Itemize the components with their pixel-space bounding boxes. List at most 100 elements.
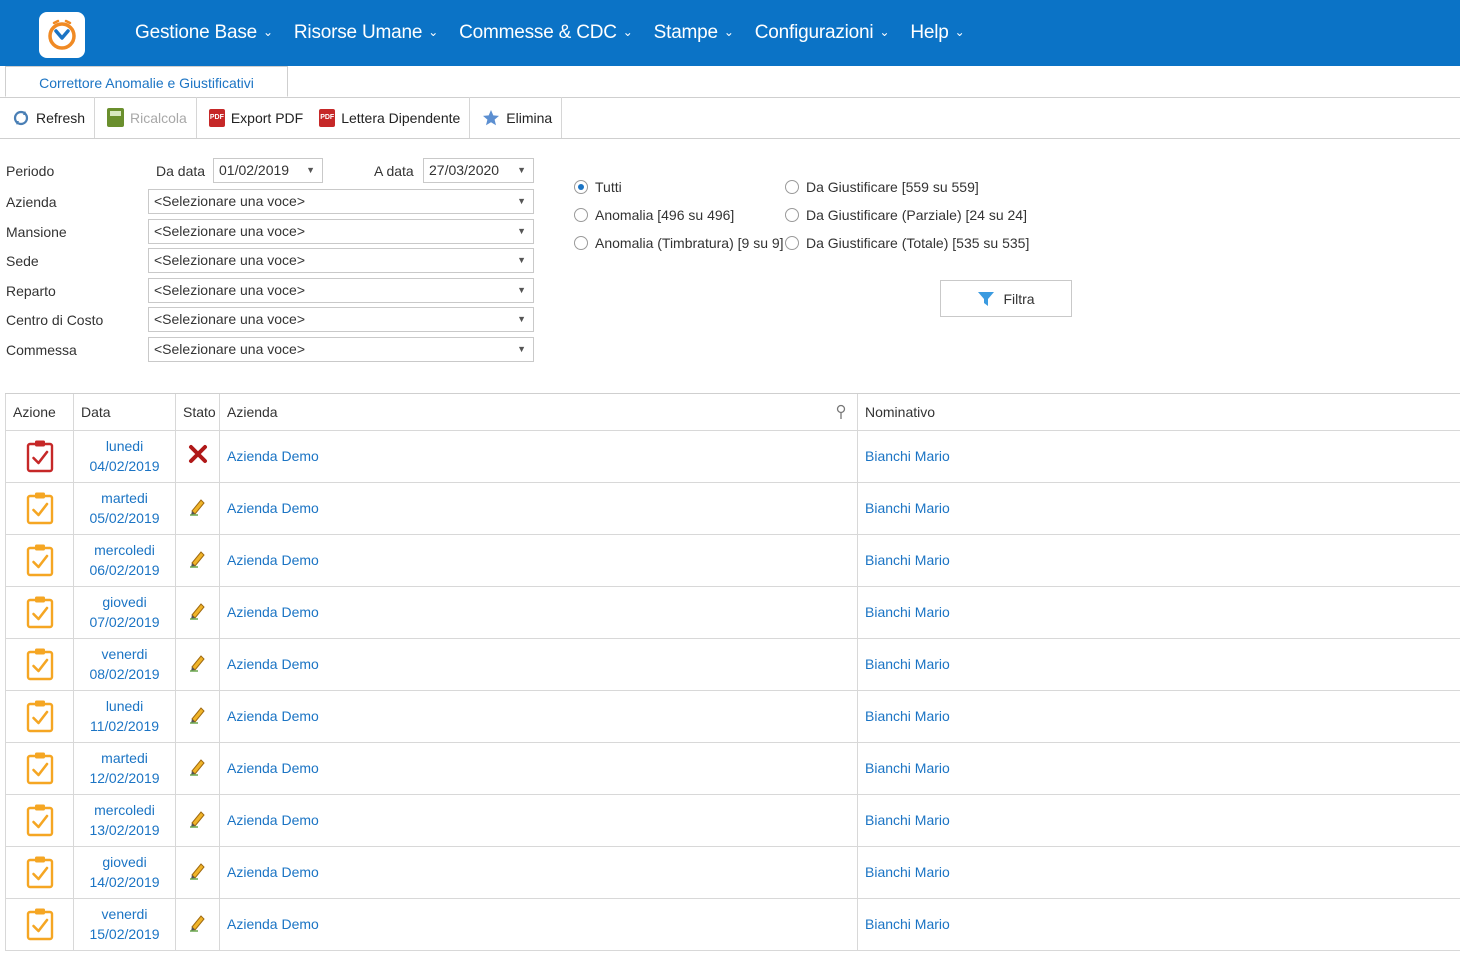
clipboard-check-icon[interactable]	[26, 491, 54, 525]
nominativo-cell[interactable]: Bianchi Mario	[857, 899, 1460, 950]
day-name: venerdi	[101, 646, 148, 662]
radio-da-giustificare-parziale[interactable]: Da Giustificare (Parziale) [24 su 24]	[785, 207, 1027, 223]
radio-tutti[interactable]: Tutti	[574, 179, 622, 195]
day-name: mercoledi	[94, 542, 155, 558]
azienda-cell[interactable]: Azienda Demo	[219, 535, 857, 586]
table-row[interactable]: mercoledi 06/02/2019 Azienda Demo Bianchi M…	[5, 535, 1460, 587]
menu-help[interactable]: Help ⌄	[910, 22, 964, 44]
table-row[interactable]: venerdi 08/02/2019 Azienda Demo Bianchi Mar…	[5, 639, 1460, 691]
day-name: lunedi	[105, 698, 144, 714]
table-row[interactable]: lunedi 11/02/2019 Azienda Demo Bianchi Mari…	[5, 691, 1460, 743]
data-cell[interactable]: mercoledi 06/02/2019	[73, 535, 175, 586]
table-row[interactable]: venerdi 15/02/2019 Azienda Demo Bianchi Mar…	[5, 899, 1460, 951]
clipboard-check-icon[interactable]	[26, 439, 54, 473]
radio-anomalia-timbratura[interactable]: Anomalia (Timbratura) [9 su 9]	[574, 235, 784, 251]
table-row[interactable]: martedi 12/02/2019 Azienda Demo Bianchi Mar…	[5, 743, 1460, 795]
nominativo-cell[interactable]: Bianchi Mario	[857, 795, 1460, 846]
azienda-cell[interactable]: Azienda Demo	[219, 431, 857, 482]
azienda-cell[interactable]: Azienda Demo	[219, 795, 857, 846]
nominativo-cell[interactable]: Bianchi Mario	[857, 535, 1460, 586]
azienda-cell[interactable]: Azienda Demo	[219, 483, 857, 534]
clipboard-check-icon[interactable]	[26, 595, 54, 629]
export-pdf-button[interactable]: PDF Export PDF	[197, 97, 307, 138]
refresh-icon	[13, 110, 29, 125]
azione-cell	[5, 847, 73, 898]
dropdown-arrow-icon: ▼	[517, 196, 526, 206]
nominativo-cell[interactable]: Bianchi Mario	[857, 431, 1460, 482]
azienda-cell[interactable]: Azienda Demo	[219, 847, 857, 898]
azienda-cell[interactable]: Azienda Demo	[219, 899, 857, 950]
header-azione[interactable]: Azione	[5, 394, 73, 430]
reparto-select[interactable]: <Selezionare una voce> ▼	[148, 278, 534, 303]
sede-select[interactable]: <Selezionare una voce> ▼	[148, 248, 534, 273]
table-row[interactable]: lunedi 04/02/2019 Azienda Demo Bianchi Mari…	[5, 431, 1460, 483]
clipboard-check-icon[interactable]	[26, 803, 54, 837]
nominativo-cell[interactable]: Bianchi Mario	[857, 483, 1460, 534]
table-row[interactable]: giovedi 14/02/2019 Azienda Demo Bianchi Mar…	[5, 847, 1460, 899]
day-name: giovedi	[102, 854, 147, 870]
dropdown-arrow-icon: ▼	[517, 165, 526, 175]
pin-icon[interactable]	[835, 404, 847, 420]
header-stato[interactable]: Stato	[175, 394, 219, 430]
dropdown-arrow-icon: ▼	[306, 165, 315, 175]
data-cell[interactable]: martedi 05/02/2019	[73, 483, 175, 534]
clipboard-check-icon[interactable]	[26, 543, 54, 577]
header-azienda[interactable]: Azienda	[219, 394, 857, 430]
data-cell[interactable]: lunedi 04/02/2019	[73, 431, 175, 482]
data-cell[interactable]: mercoledi 13/02/2019	[73, 795, 175, 846]
da-data-field[interactable]: 01/02/2019 ▼	[213, 158, 323, 183]
mansione-select[interactable]: <Selezionare una voce> ▼	[148, 219, 534, 244]
azienda-cell[interactable]: Azienda Demo	[219, 639, 857, 690]
commessa-select[interactable]: <Selezionare una voce> ▼	[148, 337, 534, 362]
data-cell[interactable]: lunedi 11/02/2019	[73, 691, 175, 742]
centro-costo-select[interactable]: <Selezionare una voce> ▼	[148, 307, 534, 332]
pencil-edit-icon	[190, 551, 205, 568]
refresh-button[interactable]: Refresh	[0, 97, 96, 138]
data-cell[interactable]: martedi 12/02/2019	[73, 743, 175, 794]
day-name: giovedi	[102, 594, 147, 610]
star-icon	[483, 109, 500, 125]
azione-cell	[5, 535, 73, 586]
nominativo-cell[interactable]: Bianchi Mario	[857, 587, 1460, 638]
azienda-cell[interactable]: Azienda Demo	[219, 587, 857, 638]
da-data-label: Da data	[156, 163, 206, 179]
menu-stampe[interactable]: Stampe ⌄	[654, 22, 734, 44]
azienda-cell[interactable]: Azienda Demo	[219, 691, 857, 742]
tab-correttore-anomalie[interactable]: Correttore Anomalie e Giustificativi	[5, 66, 288, 97]
clipboard-check-icon[interactable]	[26, 907, 54, 941]
radio-da-giustificare[interactable]: Da Giustificare [559 su 559]	[785, 179, 979, 195]
radio-anomalia[interactable]: Anomalia [496 su 496]	[574, 207, 734, 223]
menu-configurazioni[interactable]: Configurazioni ⌄	[755, 22, 890, 44]
elimina-button[interactable]: Elimina	[470, 97, 563, 138]
menu-gestione-base[interactable]: Gestione Base ⌄	[135, 22, 273, 44]
data-cell[interactable]: venerdi 08/02/2019	[73, 639, 175, 690]
menu-risorse-umane[interactable]: Risorse Umane ⌄	[294, 22, 438, 44]
data-cell[interactable]: venerdi 15/02/2019	[73, 899, 175, 950]
filtra-button[interactable]: Filtra	[940, 280, 1072, 317]
a-data-field[interactable]: 27/03/2020 ▼	[423, 158, 534, 183]
clipboard-check-icon[interactable]	[26, 647, 54, 681]
nominativo-cell[interactable]: Bianchi Mario	[857, 639, 1460, 690]
lettera-dipendente-button[interactable]: PDF Lettera Dipendente	[307, 97, 471, 138]
data-cell[interactable]: giovedi 07/02/2019	[73, 587, 175, 638]
chevron-down-icon: ⌄	[428, 25, 439, 39]
azienda-select[interactable]: <Selezionare una voce> ▼	[148, 189, 534, 214]
radio-da-giustificare-totale[interactable]: Da Giustificare (Totale) [535 su 535]	[785, 235, 1029, 251]
header-nominativo[interactable]: Nominativo	[857, 394, 1460, 430]
clipboard-check-icon[interactable]	[26, 855, 54, 889]
menu-commesse-cdc[interactable]: Commesse & CDC ⌄	[459, 22, 633, 44]
ricalcola-button[interactable]: Ricalcola	[95, 97, 197, 138]
header-data[interactable]: Data	[73, 394, 175, 430]
table-row[interactable]: mercoledi 13/02/2019 Azienda Demo Bianchi M…	[5, 795, 1460, 847]
nominativo-cell[interactable]: Bianchi Mario	[857, 847, 1460, 898]
nominativo-cell[interactable]: Bianchi Mario	[857, 743, 1460, 794]
clipboard-check-icon[interactable]	[26, 699, 54, 733]
table-row[interactable]: martedi 05/02/2019 Azienda Demo Bianchi Mar…	[5, 483, 1460, 535]
table-row[interactable]: giovedi 07/02/2019 Azienda Demo Bianchi Mar…	[5, 587, 1460, 639]
clipboard-check-icon[interactable]	[26, 751, 54, 785]
app-logo[interactable]	[39, 12, 85, 58]
nominativo-cell[interactable]: Bianchi Mario	[857, 691, 1460, 742]
azienda-cell[interactable]: Azienda Demo	[219, 743, 857, 794]
data-cell[interactable]: giovedi 14/02/2019	[73, 847, 175, 898]
radio-icon	[574, 236, 588, 250]
